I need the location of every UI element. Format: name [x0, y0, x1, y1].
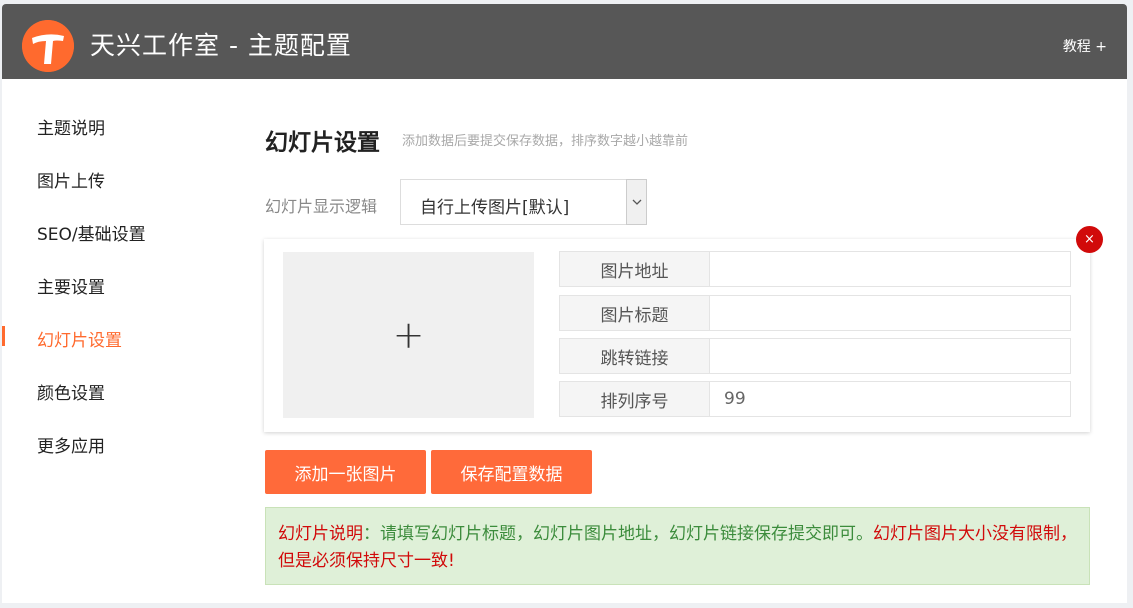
field-row-image-title: 图片标题	[559, 295, 1071, 331]
field-label-sort-order: 排列序号	[560, 382, 710, 416]
display-logic-select[interactable]: 自行上传图片[默认]	[400, 179, 647, 225]
slide-notice: 幻灯片说明：请填写幻灯片标题，幻灯片图片地址，幻灯片链接保存提交即可。幻灯片图片…	[265, 507, 1090, 585]
field-label-image-title: 图片标题	[560, 296, 710, 330]
sidebar-item-more-apps[interactable]: 更多应用	[37, 432, 105, 457]
sidebar-item-image-upload[interactable]: 图片上传	[37, 167, 105, 192]
add-image-button[interactable]: 添加一张图片	[265, 450, 426, 494]
app-title: 天兴工作室 - 主题配置	[90, 31, 352, 60]
main-panel: 幻灯片设置 添加数据后要提交保存数据，排序数字越小越靠前 幻灯片显示逻辑 自行上…	[229, 79, 1127, 603]
delete-slide-button[interactable]: ×	[1076, 226, 1103, 253]
notice-prefix: 幻灯片说明	[278, 524, 363, 544]
link-input[interactable]	[710, 339, 1070, 373]
field-label-image-url: 图片地址	[560, 252, 710, 286]
sidebar-item-slides[interactable]: 幻灯片设置	[37, 326, 122, 351]
sidebar-item-colors[interactable]: 颜色设置	[37, 379, 105, 404]
image-title-input[interactable]	[710, 296, 1070, 330]
save-config-button[interactable]: 保存配置数据	[431, 450, 592, 494]
display-logic-value: 自行上传图片[默认]	[420, 198, 570, 218]
field-row-link: 跳转链接	[559, 338, 1071, 374]
field-row-sort-order: 排列序号	[559, 381, 1071, 417]
sidebar-item-seo-basic[interactable]: SEO/基础设置	[37, 220, 146, 245]
sidebar: 主题说明 图片上传 SEO/基础设置 主要设置 幻灯片设置 颜色设置 更多应用	[2, 79, 229, 603]
image-upload-area[interactable]: +	[283, 252, 534, 418]
tutorial-menu[interactable]: 教程 +	[1063, 36, 1107, 56]
display-logic-label: 幻灯片显示逻辑	[265, 197, 378, 216]
active-indicator	[2, 326, 5, 346]
top-bar: 天兴工作室 - 主题配置 教程 +	[2, 4, 1127, 79]
image-url-input[interactable]	[710, 252, 1070, 286]
sort-order-input[interactable]	[710, 382, 1070, 416]
field-label-link: 跳转链接	[560, 339, 710, 373]
notice-body: ：请填写幻灯片标题，幻灯片图片地址，幻灯片链接保存提交即可。	[363, 524, 873, 544]
field-row-image-url: 图片地址	[559, 251, 1071, 287]
chevron-down-icon[interactable]	[626, 179, 647, 225]
page-title: 幻灯片设置	[265, 130, 380, 156]
sidebar-item-theme-intro[interactable]: 主题说明	[37, 114, 105, 139]
logo-icon[interactable]	[22, 20, 74, 72]
plus-icon: +	[392, 313, 425, 357]
slide-item-card: + 图片地址 图片标题 跳转链接 排列序号	[264, 239, 1090, 432]
sidebar-item-main-settings[interactable]: 主要设置	[37, 273, 105, 298]
page-hint: 添加数据后要提交保存数据，排序数字越小越靠前	[402, 134, 689, 149]
